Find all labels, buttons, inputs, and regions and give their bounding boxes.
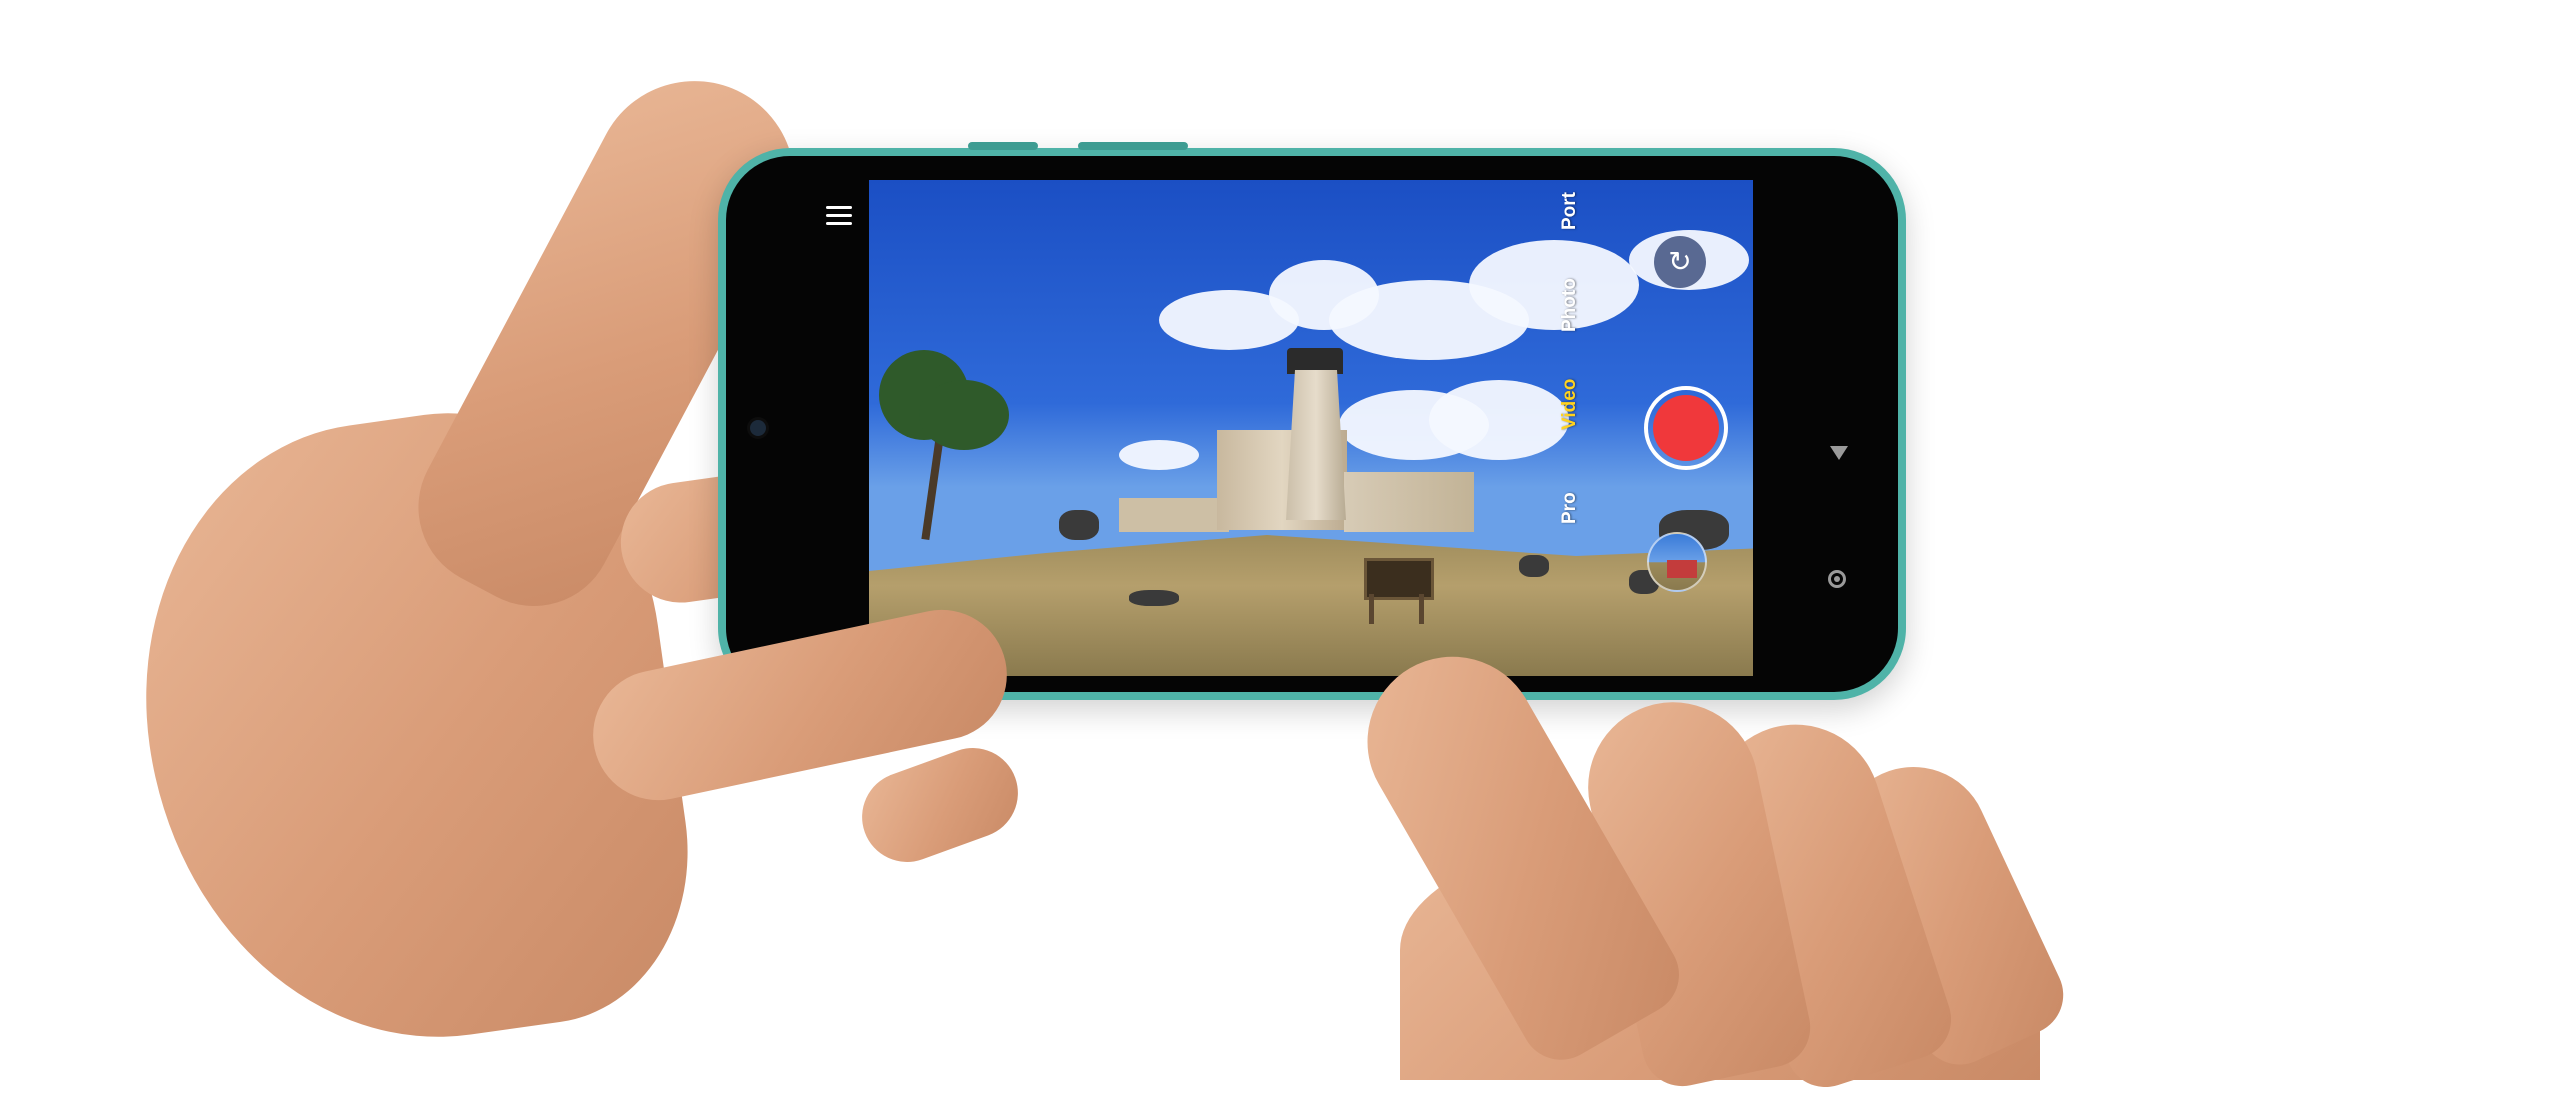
switch-camera-icon[interactable]: ↻: [1654, 236, 1706, 288]
scene-building: [1344, 472, 1474, 532]
back-triangle-icon[interactable]: [1830, 446, 1848, 460]
phone-volume-button: [968, 142, 1038, 150]
mode-portrait[interactable]: Port: [1559, 192, 1581, 230]
mode-video[interactable]: Video: [1559, 379, 1581, 430]
phone-screen: ✶: [726, 156, 1898, 692]
front-camera-hole: [750, 420, 766, 436]
record-button[interactable]: [1644, 386, 1728, 470]
scene-building: [1119, 498, 1229, 532]
scene-lighthouse: [1286, 370, 1346, 520]
hamburger-menu-icon[interactable]: [826, 206, 852, 226]
record-button-core: [1653, 395, 1719, 461]
gallery-thumbnail[interactable]: [1647, 532, 1707, 592]
home-circle-icon[interactable]: [1828, 570, 1846, 588]
phone-power-button: [1078, 142, 1188, 150]
mode-photo[interactable]: Photo: [1559, 278, 1581, 332]
left-finger: [849, 735, 1031, 875]
camera-viewfinder[interactable]: Port Photo Video Pro ↻: [869, 180, 1753, 676]
mode-pro[interactable]: Pro: [1559, 492, 1581, 524]
